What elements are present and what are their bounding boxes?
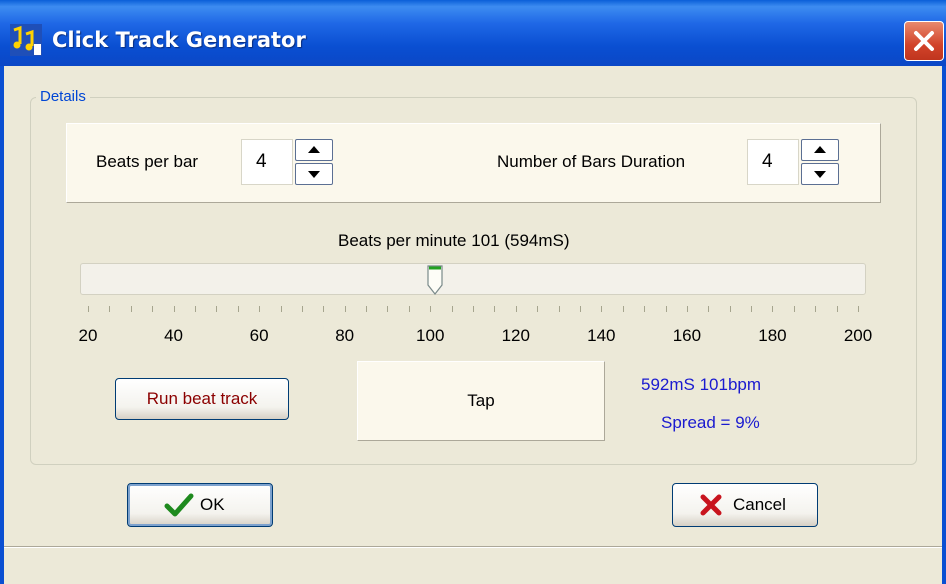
slider-tick xyxy=(729,306,731,312)
window-frame-right xyxy=(942,66,946,584)
slider-tick-label: 20 xyxy=(78,326,98,345)
close-icon xyxy=(914,31,934,51)
bpm-slider-track[interactable] xyxy=(80,263,866,295)
window-title: Click Track Generator xyxy=(52,28,306,52)
slider-tick xyxy=(88,306,89,312)
checkmark-icon xyxy=(164,493,194,517)
music-note-icon xyxy=(10,24,42,56)
slider-tick xyxy=(537,306,539,312)
slider-tick xyxy=(280,306,282,312)
slider-tick xyxy=(408,306,410,312)
slider-tick xyxy=(109,306,111,312)
slider-tick-label: 60 xyxy=(249,326,269,345)
slider-tick-label: 180 xyxy=(758,326,787,345)
slider-tick xyxy=(130,306,132,312)
slider-tick xyxy=(494,306,496,312)
slider-tick xyxy=(665,306,667,312)
slider-tick-label: 40 xyxy=(164,326,184,345)
slider-tick xyxy=(708,306,710,312)
slider-tick xyxy=(473,306,474,312)
slider-tick-label: 200 xyxy=(843,326,873,345)
bars-duration-label: Number of Bars Duration xyxy=(497,152,686,171)
arrow-down-icon xyxy=(308,171,320,178)
beats-per-bar-down-button[interactable] xyxy=(295,163,333,185)
run-beat-track-button[interactable]: Run beat track xyxy=(115,378,289,420)
bpm-slider-thumb[interactable] xyxy=(426,265,443,295)
slider-tick-label: 100 xyxy=(416,326,445,345)
beats-per-bar-input[interactable]: 4 xyxy=(241,139,293,185)
slider-tick xyxy=(152,306,154,312)
beats-per-bar-up-button[interactable] xyxy=(295,139,333,161)
slider-tick xyxy=(579,306,581,312)
slider-tick xyxy=(644,306,646,312)
slider-tick xyxy=(259,306,261,312)
details-legend: Details xyxy=(36,88,90,105)
arrow-up-icon xyxy=(814,146,826,153)
title-bar[interactable]: Click Track Generator xyxy=(0,0,946,66)
bars-duration-down-button[interactable] xyxy=(801,163,839,185)
cancel-button[interactable]: Cancel xyxy=(672,483,818,527)
slider-tick xyxy=(344,306,346,312)
slider-tick xyxy=(216,306,218,312)
close-button[interactable] xyxy=(904,21,944,61)
slider-tick-label: 120 xyxy=(501,326,530,345)
slider-tick xyxy=(751,306,753,312)
window-frame-left xyxy=(0,66,4,584)
slider-tick xyxy=(173,306,175,312)
arrow-up-icon xyxy=(308,146,320,153)
slider-tick xyxy=(836,306,838,312)
slider-tick-label: 140 xyxy=(587,326,616,345)
cancel-label: Cancel xyxy=(733,495,786,514)
slider-tick xyxy=(237,306,239,312)
bars-duration-input[interactable]: 4 xyxy=(747,139,799,185)
slider-tick xyxy=(194,306,196,312)
slider-tick-label: 80 xyxy=(335,326,355,345)
arrow-down-icon xyxy=(814,171,826,178)
ok-label: OK xyxy=(200,495,225,514)
slider-tick xyxy=(387,306,389,312)
slider-tick-label: 160 xyxy=(672,326,702,345)
tap-result-text: 592mS 101bpm xyxy=(641,375,762,394)
slider-tick xyxy=(515,306,517,312)
tap-button[interactable]: Tap xyxy=(357,361,605,441)
bottom-separator-highlight xyxy=(4,547,942,548)
slider-tick xyxy=(430,306,432,312)
slider-tick xyxy=(301,306,303,312)
bars-duration-up-button[interactable] xyxy=(801,139,839,161)
slider-tick xyxy=(558,306,560,312)
spread-text: Spread = 9% xyxy=(661,413,760,432)
beats-per-bar-label: Beats per bar xyxy=(96,152,199,171)
slider-tick xyxy=(772,306,774,312)
slider-tick xyxy=(793,306,795,312)
slider-tick xyxy=(323,306,325,312)
slider-tick xyxy=(858,306,859,312)
red-x-icon xyxy=(700,494,722,516)
slider-tick xyxy=(601,306,603,312)
bpm-label: Beats per minute 101 (594mS) xyxy=(338,231,570,250)
slider-tick xyxy=(686,306,688,312)
slider-tick xyxy=(815,306,817,312)
slider-tick xyxy=(622,306,624,312)
slider-tick xyxy=(366,306,368,312)
slider-tick xyxy=(451,306,453,312)
click-track-dialog: Click Track Generator Details Beats per … xyxy=(0,0,946,584)
ok-button[interactable]: OK xyxy=(127,483,273,527)
